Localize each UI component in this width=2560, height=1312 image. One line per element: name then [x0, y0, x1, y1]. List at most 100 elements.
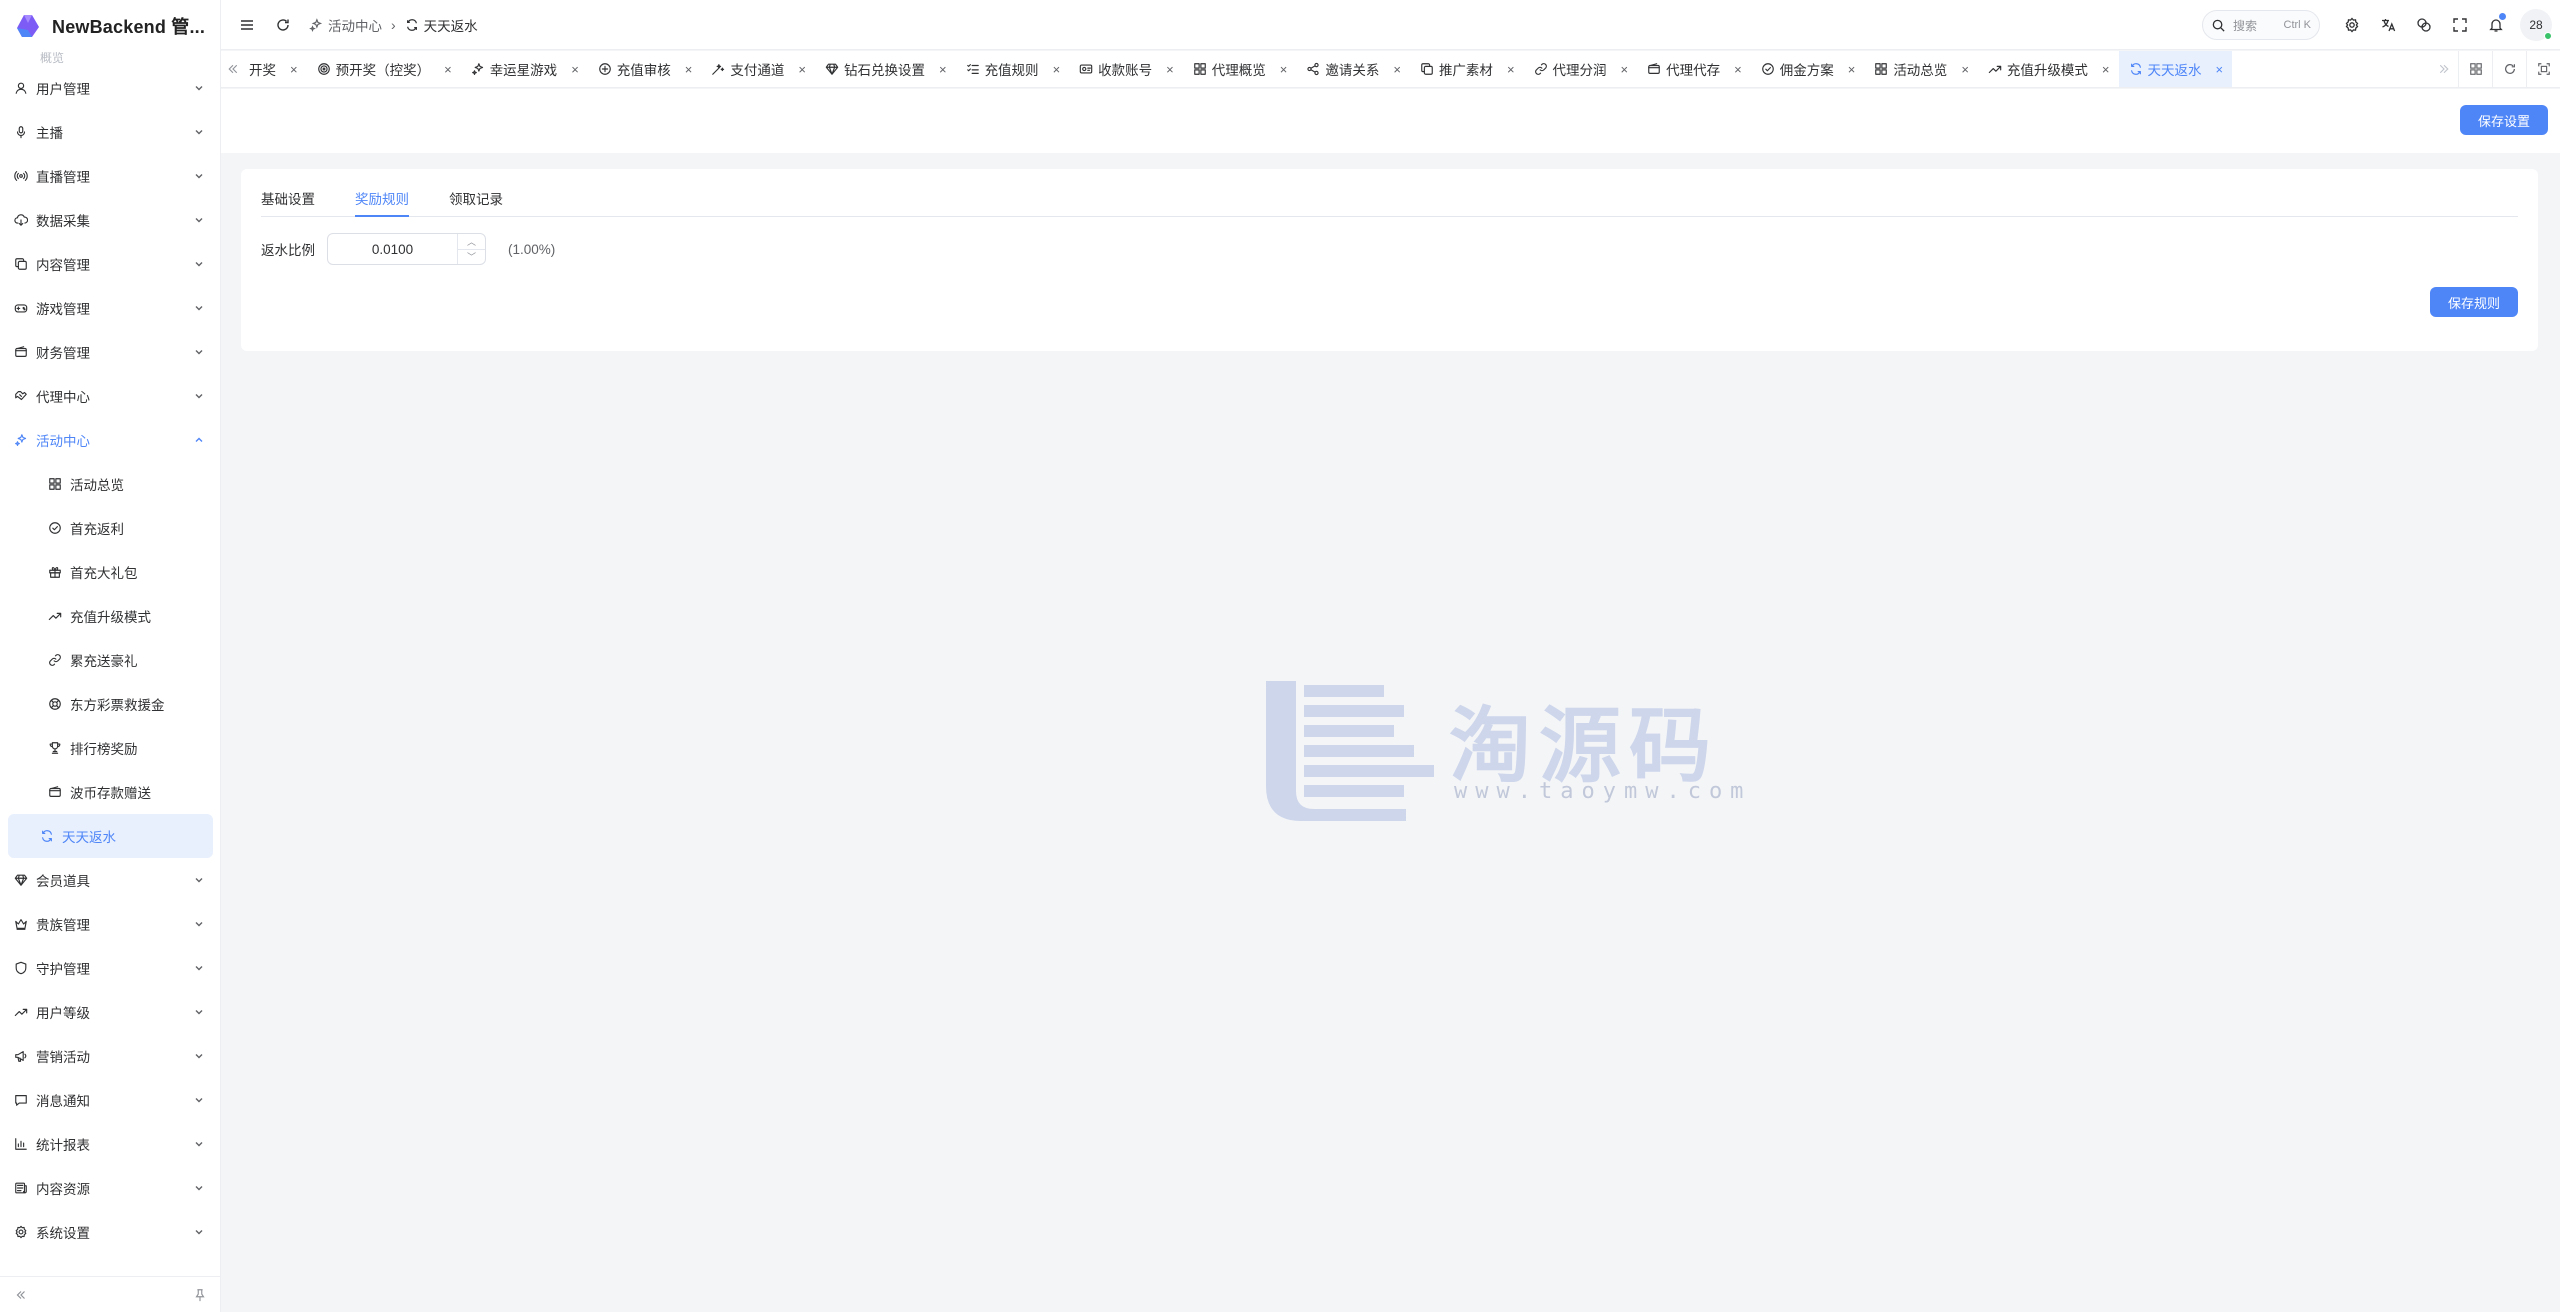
tabs-refresh-button[interactable]	[2492, 51, 2526, 87]
sidebar-subitem-first-recharge-gift[interactable]: 首充大礼包	[8, 550, 213, 594]
sidebar-item-member-props[interactable]: 会员道具	[0, 858, 220, 902]
sidebar-item-finance[interactable]: 财务管理	[0, 330, 220, 374]
decrement-button[interactable]: ﹀	[458, 248, 485, 265]
tabs-scroll-left-button[interactable]	[221, 51, 245, 87]
close-icon[interactable]: ×	[444, 62, 452, 77]
theme-button[interactable]	[2406, 7, 2442, 43]
tab-item[interactable]: 活动总览 ×	[1864, 51, 1978, 87]
app-logo[interactable]: NewBackend 管...	[0, 0, 220, 52]
tabs-maximize-button[interactable]	[2526, 51, 2560, 87]
tab-item[interactable]: 开奖 ×	[245, 51, 307, 87]
tab-item[interactable]: 充值升级模式 ×	[1978, 51, 2119, 87]
tab-item[interactable]: 钻石兑换设置 ×	[815, 51, 956, 87]
save-settings-button[interactable]: 保存设置	[2460, 105, 2548, 135]
tab-label: 代理代存	[1666, 63, 1721, 78]
rebate-ratio-input[interactable]	[328, 234, 457, 264]
tab-reward-rules[interactable]: 奖励规则	[355, 188, 409, 217]
close-icon[interactable]: ×	[1734, 62, 1742, 77]
sidebar-item-live[interactable]: 直播管理	[0, 154, 220, 198]
collapse-sidebar-icon[interactable]	[14, 1288, 28, 1302]
sidebar-item-system-settings[interactable]: 系统设置	[0, 1210, 220, 1254]
increment-button[interactable]: ︿	[458, 234, 485, 249]
sidebar-item-users[interactable]: 用户管理	[0, 66, 220, 110]
close-icon[interactable]: ×	[1393, 62, 1401, 77]
tab-basic-settings[interactable]: 基础设置	[261, 188, 315, 216]
chevron-up-icon: ︿	[466, 236, 476, 247]
sidebar-subitem-recharge-upgrade[interactable]: 充值升级模式	[8, 594, 213, 638]
copy-icon	[1420, 62, 1434, 76]
save-rule-button[interactable]: 保存规则	[2430, 287, 2518, 317]
pin-icon[interactable]	[193, 1288, 207, 1302]
sidebar-item-guard[interactable]: 守护管理	[0, 946, 220, 990]
close-icon[interactable]: ×	[939, 62, 947, 77]
tab-item[interactable]: 邀请关系 ×	[1296, 51, 1410, 87]
megaphone-icon	[14, 1049, 28, 1063]
sidebar-subitem-cumulative-recharge[interactable]: 累充送豪礼	[8, 638, 213, 682]
sidebar-item-games[interactable]: 游戏管理	[0, 286, 220, 330]
close-icon[interactable]: ×	[1961, 62, 1969, 77]
sidebar-item-marketing[interactable]: 营销活动	[0, 1034, 220, 1078]
tab-label: 充值审核	[616, 63, 671, 78]
sidebar-item-data-collect[interactable]: 数据采集	[0, 198, 220, 242]
tab-item[interactable]: 充值规则 ×	[956, 51, 1070, 87]
sidebar-item-messages[interactable]: 消息通知	[0, 1078, 220, 1122]
tab-item[interactable]: 天天返水 ×	[2118, 51, 2233, 87]
tab-item[interactable]: 幸运星游戏 ×	[461, 51, 588, 87]
search-button[interactable]: 搜索 Ctrl K	[2202, 10, 2320, 40]
tab-item[interactable]: 预开奖（控奖） ×	[307, 51, 461, 87]
tab-claim-records[interactable]: 领取记录	[449, 188, 503, 216]
close-icon[interactable]: ×	[571, 62, 579, 77]
sidebar-item-nobility[interactable]: 贵族管理	[0, 902, 220, 946]
sidebar-subitem-label: 天天返水	[62, 830, 116, 845]
sidebar-subitem-lottery-rescue[interactable]: 东方彩票救援金	[8, 682, 213, 726]
tabs-menu-button[interactable]	[2458, 51, 2492, 87]
tab-item[interactable]: 收款账号 ×	[1069, 51, 1183, 87]
sidebar-subitem-daily-rebate[interactable]: 天天返水	[8, 814, 213, 858]
menu-toggle-button[interactable]	[229, 7, 265, 43]
reload-button[interactable]	[265, 7, 301, 43]
fullscreen-button[interactable]	[2442, 7, 2478, 43]
sidebar-item-content[interactable]: 内容管理	[0, 242, 220, 286]
tab-item[interactable]: 代理概览 ×	[1183, 51, 1297, 87]
notifications-button[interactable]	[2478, 7, 2514, 43]
close-icon[interactable]: ×	[1507, 62, 1515, 77]
close-icon[interactable]: ×	[2102, 62, 2110, 77]
hamburger-icon	[239, 17, 255, 33]
sidebar-subitem-leaderboard-reward[interactable]: 排行榜奖励	[8, 726, 213, 770]
close-icon[interactable]: ×	[1280, 62, 1288, 77]
close-icon[interactable]: ×	[1166, 62, 1174, 77]
sidebar-item-label: 主播	[36, 126, 63, 141]
gift-icon	[48, 565, 62, 579]
sidebar-item-agent[interactable]: 代理中心	[0, 374, 220, 418]
sidebar-item-activity[interactable]: 活动中心	[0, 418, 220, 462]
sidebar-item-label: 贵族管理	[36, 918, 90, 933]
tab-item[interactable]: 代理代存 ×	[1637, 51, 1751, 87]
close-icon[interactable]: ×	[1053, 62, 1061, 77]
close-icon[interactable]: ×	[2216, 62, 2224, 77]
sidebar-item-anchor[interactable]: 主播	[0, 110, 220, 154]
tab-item[interactable]: 充值审核 ×	[588, 51, 702, 87]
sidebar-item-user-level[interactable]: 用户等级	[0, 990, 220, 1034]
sidebar-item-content-resources[interactable]: 内容资源	[0, 1166, 220, 1210]
close-icon[interactable]: ×	[290, 62, 298, 77]
tab-item[interactable]: 代理分润 ×	[1524, 51, 1638, 87]
sidebar-subitem-activity-overview[interactable]: 活动总览	[8, 462, 213, 506]
close-icon[interactable]: ×	[1848, 62, 1856, 77]
close-icon[interactable]: ×	[798, 62, 806, 77]
tab-item[interactable]: 佣金方案 ×	[1751, 51, 1865, 87]
tab-item[interactable]: 支付通道 ×	[701, 51, 815, 87]
list-check-icon	[966, 62, 980, 76]
tab-label: 支付通道	[730, 63, 785, 78]
close-icon[interactable]: ×	[1621, 62, 1629, 77]
sidebar-subitem-first-recharge-rebate[interactable]: 首充返利	[8, 506, 213, 550]
close-icon[interactable]: ×	[685, 62, 693, 77]
sidebar-item-statistics[interactable]: 统计报表	[0, 1122, 220, 1166]
tabs-scroll-right-button[interactable]	[2430, 51, 2458, 87]
breadcrumb-item-activity[interactable]: 活动中心	[309, 15, 382, 35]
avatar[interactable]: 28	[2520, 9, 2552, 41]
settings-button[interactable]	[2334, 7, 2370, 43]
language-button[interactable]	[2370, 7, 2406, 43]
sidebar-subitem-coin-deposit-bonus[interactable]: 波币存款赠送	[8, 770, 213, 814]
sidebar-item-overview-partial[interactable]: 概览	[0, 52, 220, 66]
tab-item[interactable]: 推广素材 ×	[1410, 51, 1524, 87]
